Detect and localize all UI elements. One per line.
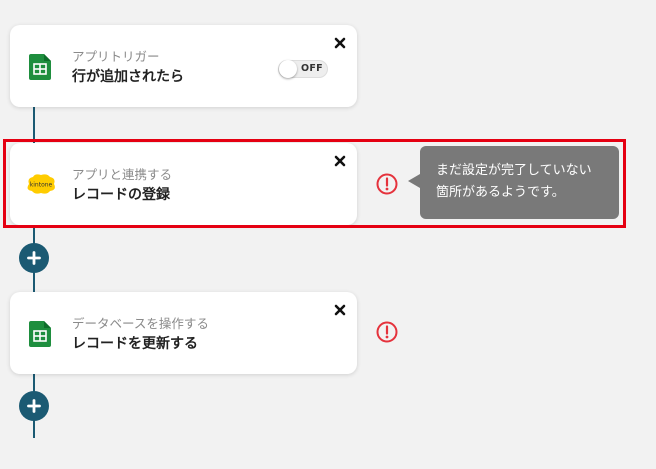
add-step-button[interactable]: [19, 391, 49, 421]
toggle-knob: [279, 60, 297, 78]
tooltip-line: 箇所があるようです。: [436, 185, 565, 200]
tooltip-line: まだ設定が完了していない: [436, 163, 592, 178]
add-step-button[interactable]: [19, 243, 49, 273]
step-subtitle: アプリトリガー: [72, 49, 160, 64]
warning-icon[interactable]: [376, 321, 398, 343]
google-sheets-icon: [29, 321, 51, 347]
toggle-label: OFF: [301, 63, 323, 74]
trigger-toggle[interactable]: OFF: [278, 60, 328, 78]
step-card-trigger[interactable]: アプリトリガー 行が追加されたら OFF: [10, 25, 357, 107]
close-icon[interactable]: [334, 304, 346, 316]
step-subtitle: データベースを操作する: [72, 316, 209, 331]
step-title: 行が追加されたら: [72, 69, 184, 85]
step-title: レコードを更新する: [72, 336, 198, 352]
plus-icon: [27, 399, 41, 413]
flow-line: [33, 107, 35, 143]
plus-icon: [27, 251, 41, 265]
close-icon[interactable]: [334, 37, 346, 49]
warning-icon[interactable]: [376, 173, 398, 195]
google-sheets-icon: [29, 54, 51, 80]
step-card-database[interactable]: データベースを操作する レコードを更新する: [10, 292, 357, 374]
warning-tooltip: まだ設定が完了していない 箇所があるようです。: [408, 146, 619, 219]
